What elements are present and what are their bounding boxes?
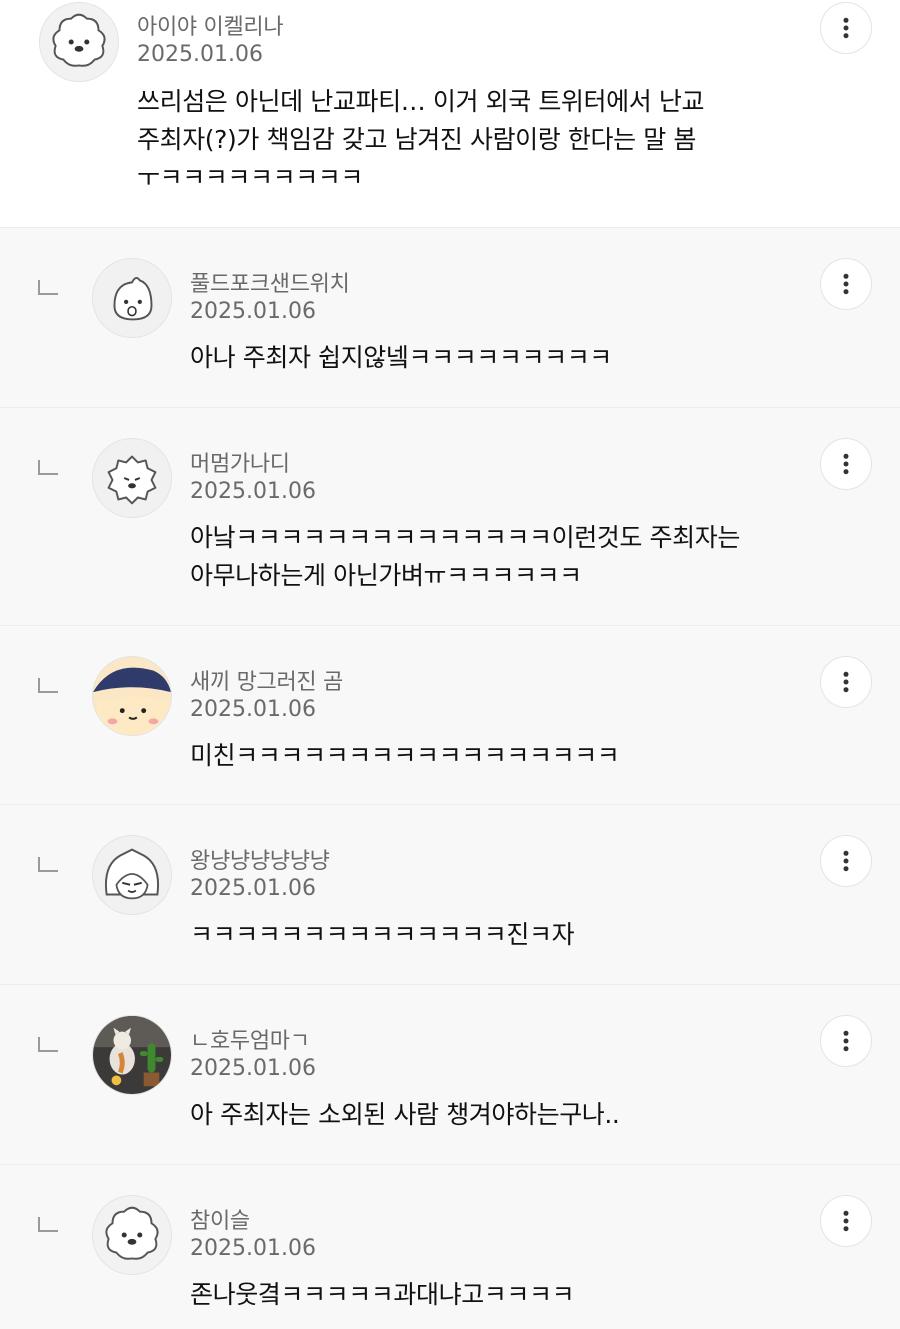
reply-comment: 참이슬 2025.01.06 존나웃곀ㅋㅋㅋㅋㅋ과대냐고ㅋㅋㅋㅋ [0, 1165, 900, 1329]
hooded-cat-avatar-icon[interactable] [92, 835, 172, 915]
comment-line: 아 주최자는 소외된 사람 챙겨야하는구나.. [190, 1100, 620, 1129]
more-vertical-icon [821, 439, 871, 489]
comment-body: ㅋㅋㅋㅋㅋㅋㅋㅋㅋㅋㅋㅋㅋㅋ진ㅋ자 [190, 916, 575, 954]
more-vertical-icon [821, 1196, 871, 1246]
comment-line: 쓰리섬은 아닌데 난교파티… 이거 외국 트위터에서 난교 [137, 87, 705, 116]
more-vertical-icon [821, 1016, 871, 1066]
reply-comment: 새끼 망그러진 곰 2025.01.06 미친ㅋㅋㅋㅋㅋㅋㅋㅋㅋㅋㅋㅋㅋㅋㅋㅋㅋ [0, 626, 900, 805]
comment-author[interactable]: 풀드포크샌드위치 [190, 266, 350, 298]
reply-comment: 풀드포크샌드위치 2025.01.06 아나 주최자 쉽지않넼ㅋㅋㅋㅋㅋㅋㅋㅋㅋ [0, 228, 900, 408]
comment-line: ㅜㅋㅋㅋㅋㅋㅋㅋㅋㅋ [137, 163, 364, 192]
comment-body: 미친ㅋㅋㅋㅋㅋㅋㅋㅋㅋㅋㅋㅋㅋㅋㅋㅋㅋ [190, 737, 620, 775]
comment-date: 2025.01.06 [190, 697, 316, 722]
more-options-button[interactable] [820, 656, 872, 708]
comment-line: 아나 주최자 쉽지않넼ㅋㅋㅋㅋㅋㅋㅋㅋㅋ [190, 343, 612, 372]
reply-indicator-icon [38, 678, 58, 693]
comment-body: 아 주최자는 소외된 사람 챙겨야하는구나.. [190, 1096, 620, 1134]
comment-date: 2025.01.06 [137, 42, 263, 67]
comment-date: 2025.01.06 [190, 299, 316, 324]
comment-author[interactable]: ㄴ호두엄마ㄱ [190, 1023, 310, 1055]
poodle-avatar-icon[interactable] [92, 1195, 172, 1275]
reply-indicator-icon [38, 280, 58, 295]
poodle-avatar-icon[interactable] [39, 2, 119, 82]
reply-indicator-icon [38, 460, 58, 475]
comment-line: 아낰ㅋㅋㅋㅋㅋㅋㅋㅋㅋㅋㅋㅋㅋㅋ이런것도 주최자는 [190, 523, 740, 552]
reply-indicator-icon [38, 1037, 58, 1052]
more-options-button[interactable] [820, 2, 872, 54]
more-vertical-icon [821, 3, 871, 53]
comment-date: 2025.01.06 [190, 1056, 316, 1081]
more-options-button[interactable] [820, 438, 872, 490]
comment-line: ㅋㅋㅋㅋㅋㅋㅋㅋㅋㅋㅋㅋㅋㅋ진ㅋ자 [190, 920, 575, 949]
sleepy-bear-avatar-icon[interactable] [92, 656, 172, 736]
more-vertical-icon [821, 836, 871, 886]
comment-date: 2025.01.06 [190, 1236, 316, 1261]
comment-line: 주최자(?)가 책임감 갖고 남겨진 사람이랑 한다는 말 봄 [137, 125, 697, 154]
comment-date: 2025.01.06 [190, 876, 316, 901]
comment-line: 미친ㅋㅋㅋㅋㅋㅋㅋㅋㅋㅋㅋㅋㅋㅋㅋㅋㅋ [190, 741, 620, 770]
reply-comment: ㄴ호두엄마ㄱ 2025.01.06 아 주최자는 소외된 사람 챙겨야하는구나.. [0, 985, 900, 1165]
comment-body: 쓰리섬은 아닌데 난교파티… 이거 외국 트위터에서 난교주최자(?)가 책임감… [137, 83, 704, 197]
comment-list: 아이야 이켈리나 2025.01.06 쓰리섬은 아닌데 난교파티… 이거 외국 트… [0, 0, 900, 1329]
reply-comment: 왕냥냥냥냥냥냥 2025.01.06 ㅋㅋㅋㅋㅋㅋㅋㅋㅋㅋㅋㅋㅋㅋ진ㅋ자 [0, 805, 900, 985]
more-options-button[interactable] [820, 1195, 872, 1247]
more-options-button[interactable] [820, 258, 872, 310]
reply-indicator-icon [38, 1217, 58, 1232]
more-options-button[interactable] [820, 1015, 872, 1067]
comment-author[interactable]: 아이야 이켈리나 [137, 9, 284, 41]
reply-comment: 머멈가나디 2025.01.06 아낰ㅋㅋㅋㅋㅋㅋㅋㅋㅋㅋㅋㅋㅋㅋ이런것도 주최자는… [0, 408, 900, 626]
comment-line: 존나웃곀ㅋㅋㅋㅋㅋ과대냐고ㅋㅋㅋㅋ [190, 1280, 575, 1309]
comment-author[interactable]: 왕냥냥냥냥냥냥 [190, 843, 330, 875]
comment-author[interactable]: 새끼 망그러진 곰 [190, 664, 343, 696]
comment-body: 아나 주최자 쉽지않넼ㅋㅋㅋㅋㅋㅋㅋㅋㅋ [190, 339, 612, 377]
reply-indicator-icon [38, 857, 58, 872]
comment-author[interactable]: 참이슬 [190, 1203, 250, 1235]
lion-avatar-icon[interactable] [92, 438, 172, 518]
peach-character-avatar-icon[interactable] [92, 258, 172, 338]
comment-author[interactable]: 머멈가나디 [190, 446, 290, 478]
comment-body: 아낰ㅋㅋㅋㅋㅋㅋㅋㅋㅋㅋㅋㅋㅋㅋ이런것도 주최자는아무나하는게 아닌가벼ㅠㅋㅋㅋ… [190, 519, 740, 595]
more-vertical-icon [821, 657, 871, 707]
cat-photo-avatar-icon[interactable] [92, 1015, 172, 1095]
comment-line: 아무나하는게 아닌가벼ㅠㅋㅋㅋㅋㅋㅋ [190, 561, 582, 590]
comment: 아이야 이켈리나 2025.01.06 쓰리섬은 아닌데 난교파티… 이거 외국 트… [0, 0, 900, 228]
comment-body: 존나웃곀ㅋㅋㅋㅋㅋ과대냐고ㅋㅋㅋㅋ [190, 1276, 575, 1314]
more-options-button[interactable] [820, 835, 872, 887]
more-vertical-icon [821, 259, 871, 309]
comment-date: 2025.01.06 [190, 479, 316, 504]
